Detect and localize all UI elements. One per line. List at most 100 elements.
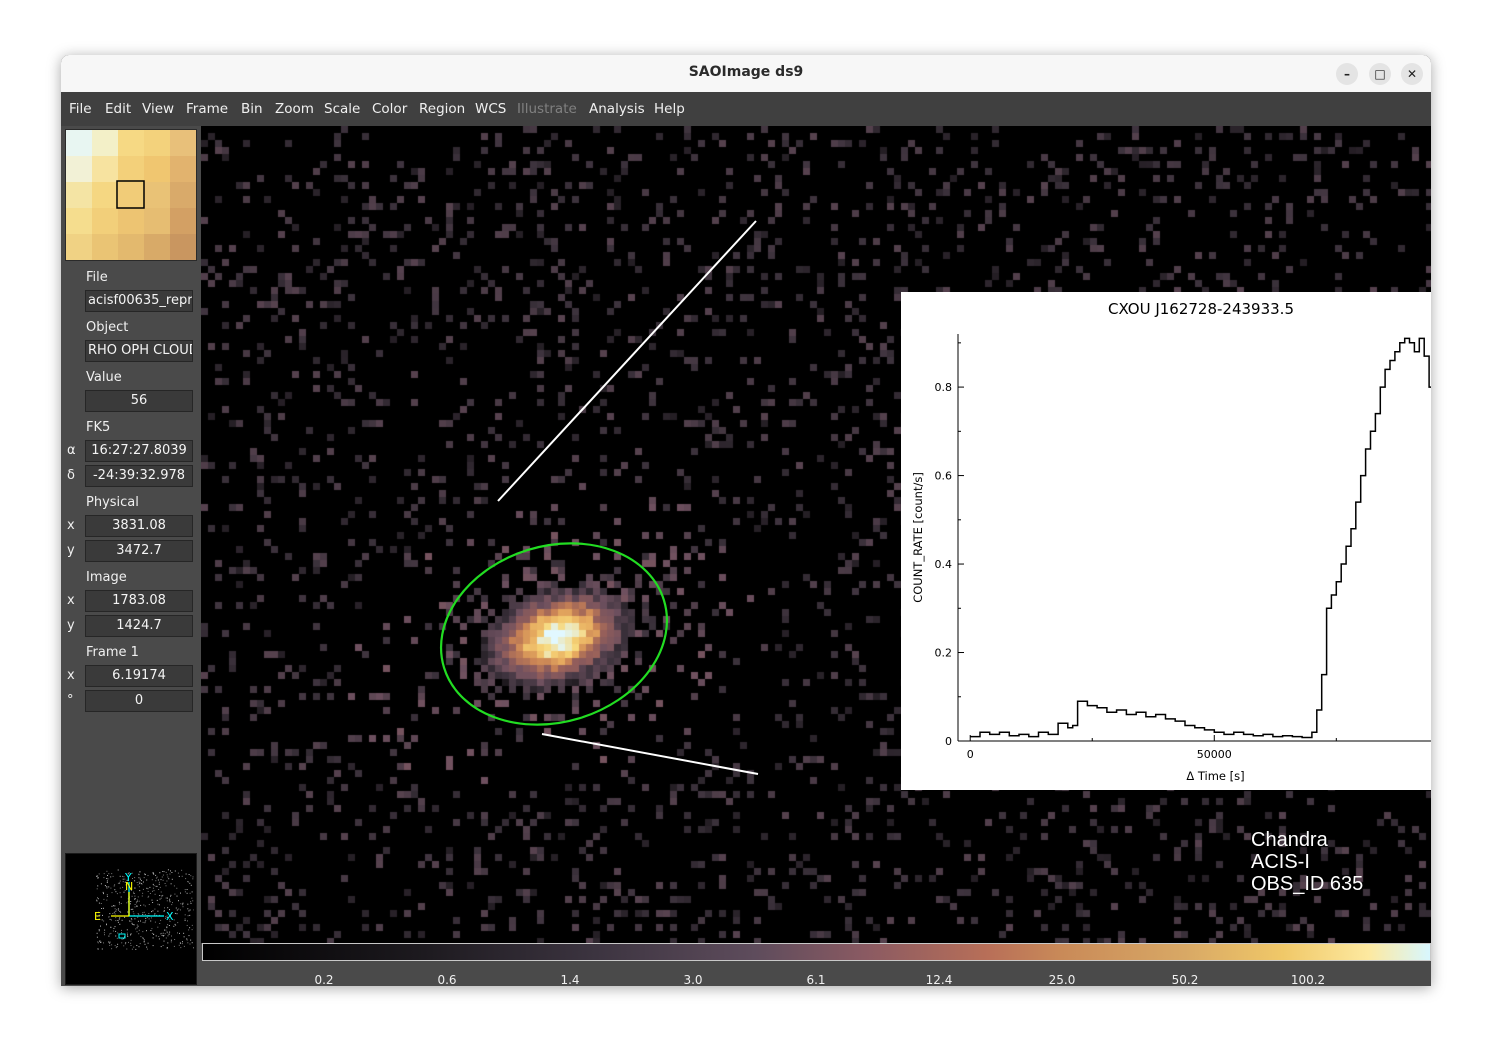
panner-pixel xyxy=(184,891,186,893)
callout-line-bottom xyxy=(541,733,759,775)
menu-color[interactable]: Color xyxy=(372,101,407,117)
title-bar[interactable]: SAOImage ds9 – □ ✕ xyxy=(61,55,1431,93)
panner-pixel xyxy=(186,889,188,890)
frame-zoom-field[interactable]: 6.19174 xyxy=(85,665,193,687)
panner-pixel xyxy=(149,893,151,894)
menu-bar: File Edit View Frame Bin Zoom Scale Colo… xyxy=(61,92,1431,126)
panner-pixel xyxy=(104,885,106,886)
panner-pixel xyxy=(103,873,105,875)
colorbar-tick: 100.2 xyxy=(1290,973,1326,986)
panner-pixel xyxy=(192,900,194,902)
panner-pixel xyxy=(130,918,132,920)
panner-view[interactable]: XYNE xyxy=(65,853,197,985)
minimize-button[interactable]: – xyxy=(1336,63,1358,85)
object-field[interactable]: RHO OPH CLOUD xyxy=(85,340,193,362)
panner-pixel xyxy=(110,932,112,934)
lightcurve-plot[interactable]: CXOU J162728-243933.5 0 0.2 0.4 0.6 0.8 0 5000… xyxy=(901,292,1431,790)
maximize-button[interactable]: □ xyxy=(1369,63,1391,85)
panner-pixel xyxy=(119,880,121,882)
panner-pixel xyxy=(129,920,131,922)
panner-pixel xyxy=(121,929,122,931)
value-field[interactable]: 56 xyxy=(85,390,193,412)
panner-pixel xyxy=(137,925,139,927)
close-button[interactable]: ✕ xyxy=(1401,63,1423,85)
menu-help[interactable]: Help xyxy=(654,101,685,117)
menu-region[interactable]: Region xyxy=(419,101,465,117)
dec-field[interactable]: -24:39:32.978 xyxy=(85,465,193,487)
image-y-field[interactable]: 1424.7 xyxy=(85,615,193,637)
panner-pixel xyxy=(161,932,163,934)
panner-pixel xyxy=(120,896,122,898)
menu-frame[interactable]: Frame xyxy=(186,101,228,117)
y-tick-label: 0.4 xyxy=(935,558,953,571)
panner-pixel xyxy=(100,925,101,927)
panner-pixel xyxy=(166,900,168,902)
panner-pixel xyxy=(109,933,111,935)
panner-pixel xyxy=(180,909,181,911)
panner-pixel xyxy=(136,924,138,926)
panner-pixel xyxy=(152,937,154,939)
panner-pixel xyxy=(160,897,162,899)
ellipse-region[interactable] xyxy=(418,516,689,752)
panner-pixel xyxy=(153,873,155,875)
menu-file[interactable]: File xyxy=(69,101,92,117)
image-display[interactable]: CXOU J162728-243933.5 0 0.2 0.4 0.6 0.8 0 5000… xyxy=(201,126,1431,943)
panner-pixel xyxy=(130,933,132,935)
image-x-field[interactable]: 1783.08 xyxy=(85,590,193,612)
panner-pixel xyxy=(189,914,191,916)
panner-pixel xyxy=(101,908,103,909)
panner-pixel xyxy=(173,925,175,927)
panner-pixel xyxy=(158,904,160,906)
panner-pixel xyxy=(170,883,172,885)
panner-pixel xyxy=(146,930,147,932)
panner-pixel xyxy=(110,887,112,889)
panner-pixel xyxy=(174,893,176,895)
panner-pixel xyxy=(188,910,190,912)
panner-pixel xyxy=(96,936,98,938)
panner-pixel xyxy=(183,936,185,938)
panner-pixel xyxy=(160,919,162,921)
frame-x-symbol: x xyxy=(67,668,75,683)
panner-pixel xyxy=(142,913,144,915)
menu-wcs[interactable]: WCS xyxy=(475,101,506,117)
close-icon: ✕ xyxy=(1406,67,1418,81)
panner-pixel xyxy=(187,881,189,883)
panner-pixel xyxy=(140,880,142,882)
panner-pixel xyxy=(96,888,98,890)
menu-bin[interactable]: Bin xyxy=(241,101,263,117)
menu-view[interactable]: View xyxy=(142,101,174,117)
panner-pixel xyxy=(147,888,149,890)
ra-field[interactable]: 16:27:27.8039 xyxy=(85,440,193,462)
panner-pixel xyxy=(109,944,111,946)
panner-pixel xyxy=(152,910,154,912)
panner-pixel xyxy=(164,883,166,884)
panner-pixel xyxy=(127,911,129,913)
panner-pixel xyxy=(162,874,164,876)
value-label: Value xyxy=(86,370,122,385)
panner-pixel xyxy=(122,878,124,880)
menu-analysis[interactable]: Analysis xyxy=(589,101,645,117)
panner-pixel xyxy=(159,872,161,874)
panner-pixel xyxy=(138,900,140,902)
menu-edit[interactable]: Edit xyxy=(105,101,131,117)
panner-pixel xyxy=(165,871,167,873)
panner-pixel xyxy=(101,919,103,921)
overlay-label-obsid: OBS_ID 635 xyxy=(1251,873,1364,895)
panner-pixel xyxy=(184,918,186,920)
panner-pixel xyxy=(137,920,139,922)
panner-pixel xyxy=(104,929,106,931)
panner-pixel xyxy=(106,870,108,872)
physical-y-field[interactable]: 3472.7 xyxy=(85,540,193,562)
panner-pixel xyxy=(140,904,142,906)
colorbar[interactable] xyxy=(202,943,1431,961)
panner-pixel xyxy=(132,878,133,879)
panner-pixel xyxy=(189,892,191,894)
panner-pixel xyxy=(155,935,157,937)
menu-scale[interactable]: Scale xyxy=(324,101,360,117)
file-field[interactable]: acisf00635_repr xyxy=(85,290,193,312)
panner-pixel xyxy=(191,929,193,931)
panner-pixel xyxy=(156,885,158,887)
physical-x-field[interactable]: 3831.08 xyxy=(85,515,193,537)
menu-zoom[interactable]: Zoom xyxy=(275,101,314,117)
frame-angle-field[interactable]: 0 xyxy=(85,690,193,712)
